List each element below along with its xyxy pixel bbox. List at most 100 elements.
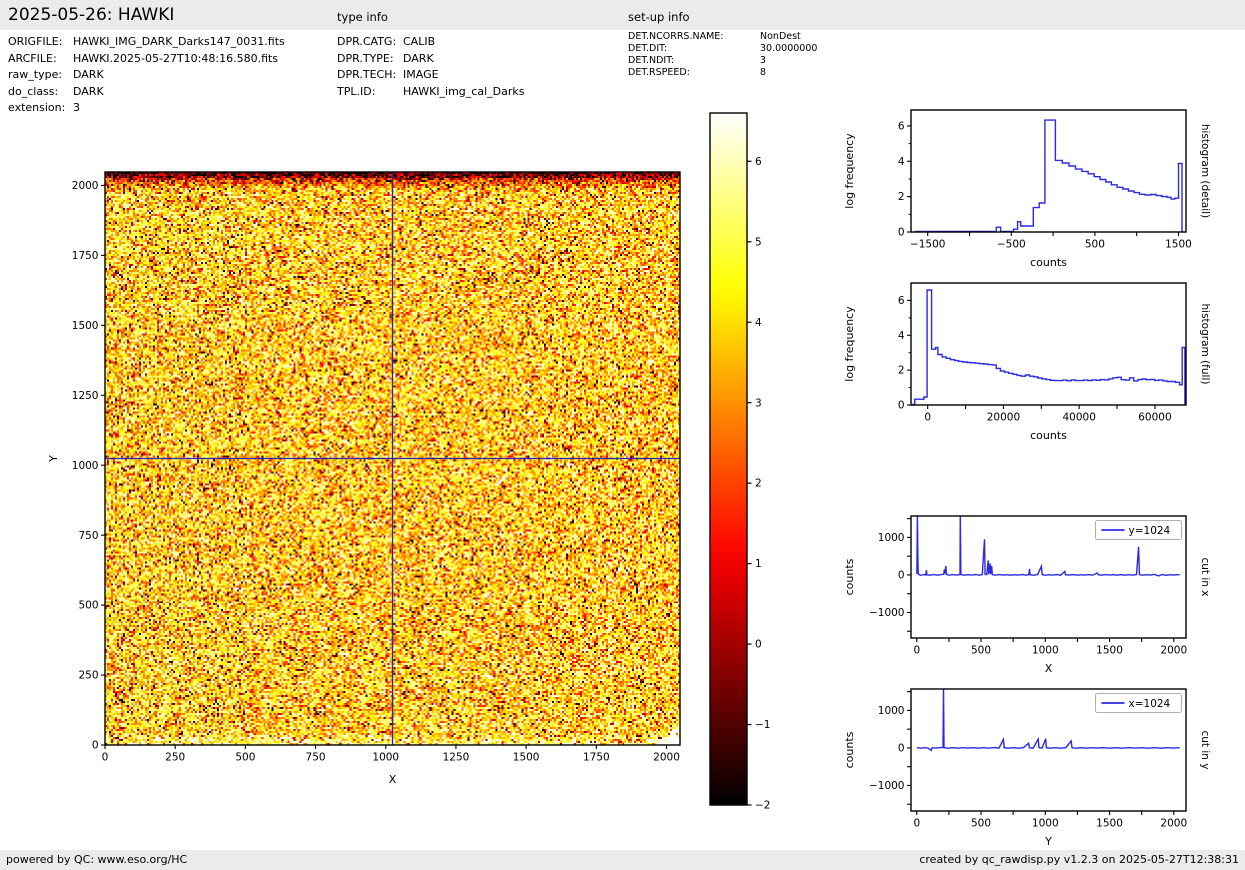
svg-text:750: 750 — [78, 530, 98, 542]
info-row: DPR.TYPE:DARK — [337, 51, 524, 68]
type-info-heading: type info — [337, 10, 388, 24]
svg-text:3: 3 — [755, 397, 762, 409]
svg-text:1: 1 — [755, 558, 762, 570]
info-value: DARK — [403, 52, 434, 65]
info-value: DARK — [73, 68, 104, 81]
info-value: DARK — [73, 85, 104, 98]
info-label: raw_type: — [8, 67, 73, 84]
page-title: 2025-05-26: HAWKI — [8, 5, 174, 25]
svg-text:1500: 1500 — [1165, 239, 1192, 251]
page-header — [0, 0, 1245, 30]
info-label: DPR.TECH: — [337, 67, 403, 84]
svg-text:1000: 1000 — [72, 460, 99, 472]
svg-text:counts: counts — [1030, 429, 1067, 442]
svg-text:2: 2 — [755, 478, 762, 490]
svg-text:6: 6 — [898, 295, 905, 307]
svg-text:1000: 1000 — [1032, 818, 1059, 830]
svg-text:0: 0 — [755, 639, 762, 651]
svg-text:X: X — [389, 773, 397, 786]
svg-text:Y: Y — [1044, 835, 1052, 848]
svg-text:1250: 1250 — [443, 752, 470, 764]
svg-text:log frequency: log frequency — [843, 306, 856, 382]
svg-text:counts: counts — [843, 558, 856, 595]
svg-text:0: 0 — [913, 818, 920, 830]
svg-text:2: 2 — [898, 191, 905, 203]
svg-text:−1: −1 — [755, 719, 770, 731]
svg-text:5: 5 — [755, 236, 762, 248]
svg-text:1500: 1500 — [72, 320, 99, 332]
info-label: DPR.CATG: — [337, 34, 403, 51]
info-label: DET.NCORRS.NAME: — [628, 31, 760, 43]
svg-text:250: 250 — [78, 670, 98, 682]
svg-text:2000: 2000 — [72, 180, 99, 192]
svg-text:cut in x: cut in x — [1199, 557, 1211, 596]
svg-text:0: 0 — [102, 752, 109, 764]
svg-text:6: 6 — [755, 156, 762, 168]
info-row: TPL.ID:HAWKI_img_cal_Darks — [337, 84, 524, 101]
info-value: HAWKI_img_cal_Darks — [403, 85, 524, 98]
svg-text:500: 500 — [1085, 239, 1105, 251]
info-value: 8 — [760, 67, 766, 78]
info-label: do_class: — [8, 84, 73, 101]
svg-text:60000: 60000 — [1138, 412, 1171, 424]
svg-text:counts: counts — [1030, 256, 1067, 269]
svg-text:0: 0 — [92, 740, 99, 752]
info-value: CALIB — [403, 35, 435, 48]
svg-text:1750: 1750 — [583, 752, 610, 764]
svg-text:500: 500 — [971, 818, 991, 830]
footer-created-by: created by qc_rawdisp.py v1.2.3 on 2025-… — [919, 853, 1239, 866]
svg-text:750: 750 — [306, 752, 326, 764]
svg-text:40000: 40000 — [1062, 412, 1095, 424]
svg-text:Y: Y — [47, 455, 60, 463]
svg-text:0: 0 — [924, 412, 931, 424]
info-value: 3 — [760, 55, 766, 66]
svg-text:X: X — [1045, 662, 1053, 675]
info-row: ARCFILE:HAWKI.2025-05-27T10:48:16.580.fi… — [8, 51, 285, 68]
svg-text:1000: 1000 — [1032, 645, 1059, 657]
svg-text:0: 0 — [898, 570, 905, 582]
svg-text:4: 4 — [755, 317, 762, 329]
svg-text:4: 4 — [898, 156, 905, 168]
svg-text:−1000: −1000 — [869, 607, 905, 619]
svg-text:2000: 2000 — [653, 752, 680, 764]
info-value: HAWKI_IMG_DARK_Darks147_0031.fits — [73, 35, 285, 48]
svg-text:500: 500 — [971, 645, 991, 657]
info-row: DPR.TECH:IMAGE — [337, 67, 524, 84]
setup-info-heading: set-up info — [628, 10, 690, 24]
svg-text:0: 0 — [898, 400, 905, 412]
svg-text:histogram (detail): histogram (detail) — [1199, 124, 1211, 218]
file-info-block: ORIGFILE:HAWKI_IMG_DARK_Darks147_0031.fi… — [8, 34, 285, 117]
svg-text:1000: 1000 — [372, 752, 399, 764]
info-label: ORIGFILE: — [8, 34, 73, 51]
svg-text:500: 500 — [235, 752, 255, 764]
info-label: extension: — [8, 100, 73, 117]
svg-text:2: 2 — [898, 365, 905, 377]
info-row: do_class:DARK — [8, 84, 285, 101]
svg-text:−1500: −1500 — [910, 239, 946, 251]
svg-text:1250: 1250 — [72, 390, 99, 402]
svg-text:1000: 1000 — [878, 532, 905, 544]
info-value: 30.0000000 — [760, 43, 817, 54]
qc-report-page: { "header": { "title": "2025-05-26: HAWK… — [0, 0, 1245, 870]
info-value: IMAGE — [403, 68, 439, 81]
svg-text:−2: −2 — [755, 800, 770, 812]
svg-text:y=1024: y=1024 — [1129, 525, 1171, 537]
setup-info-block: DET.NCORRS.NAME:NonDest DET.DIT:30.00000… — [628, 31, 817, 79]
type-info-block: DPR.CATG:CALIB DPR.TYPE:DARK DPR.TECH:IM… — [337, 34, 524, 100]
info-row: raw_type:DARK — [8, 67, 285, 84]
svg-text:1500: 1500 — [1096, 645, 1123, 657]
svg-text:cut in y: cut in y — [1199, 730, 1211, 769]
svg-text:histogram (full): histogram (full) — [1199, 304, 1211, 385]
info-value: 3 — [73, 101, 80, 114]
info-label: DPR.TYPE: — [337, 51, 403, 68]
info-row: DPR.CATG:CALIB — [337, 34, 524, 51]
svg-text:0: 0 — [898, 227, 905, 239]
svg-text:1500: 1500 — [1096, 818, 1123, 830]
info-row: DET.NCORRS.NAME:NonDest — [628, 31, 817, 43]
svg-text:6: 6 — [898, 121, 905, 133]
footer-powered-by: powered by QC: www.eso.org/HC — [6, 853, 187, 866]
svg-text:4: 4 — [898, 330, 905, 342]
info-label: DET.NDIT: — [628, 55, 760, 67]
info-row: DET.DIT:30.0000000 — [628, 43, 817, 55]
info-value: NonDest — [760, 31, 801, 42]
